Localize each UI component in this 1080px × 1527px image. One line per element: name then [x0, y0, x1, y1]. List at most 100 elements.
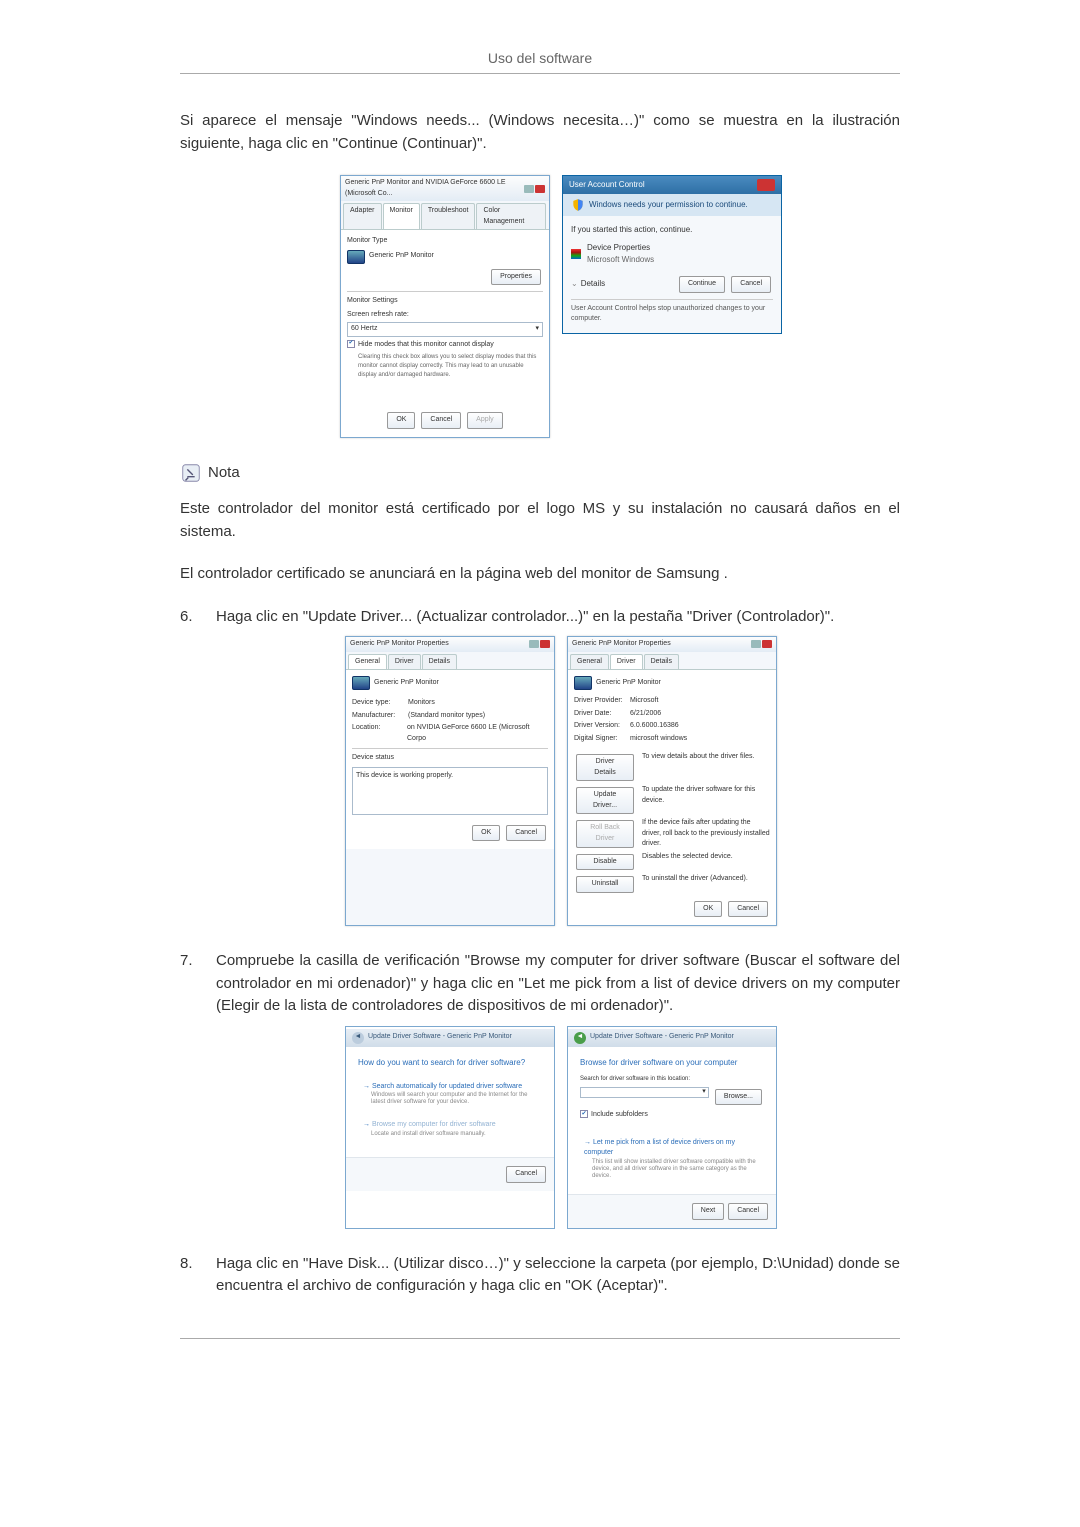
monitor-icon — [352, 676, 370, 690]
tab-details[interactable]: Details — [644, 654, 679, 670]
hide-modes-checkbox[interactable]: ✔Hide modes that this monitor cannot dis… — [347, 340, 543, 351]
window-controls[interactable] — [751, 640, 772, 648]
note-heading: Nota — [180, 462, 900, 485]
screenshot-row-wizards: ◄ Update Driver Software - Generic PnP M… — [222, 1026, 900, 1229]
tab-troubleshoot[interactable]: Troubleshoot — [421, 203, 476, 229]
version-label: Driver Version: — [574, 721, 630, 732]
date-value: 6/21/2006 — [630, 709, 661, 720]
tab-color-management[interactable]: Color Management — [476, 203, 546, 229]
device-type-value: Monitors — [408, 698, 435, 709]
driver-details-button[interactable]: Driver Details — [576, 754, 634, 781]
include-subfolders-checkbox[interactable]: ✔Include subfolders — [580, 1110, 764, 1121]
tab-adapter[interactable]: Adapter — [343, 203, 382, 229]
uac-details-link[interactable]: Details — [581, 278, 605, 290]
chevron-down-icon: ▾ — [535, 324, 539, 335]
disable-button[interactable]: Disable — [576, 854, 634, 871]
note-paragraph-1: Este controlador del monitor está certif… — [180, 498, 900, 543]
properties-button[interactable]: Properties — [491, 269, 541, 286]
include-subfolders-label: Include subfolders — [591, 1110, 648, 1121]
dialog-tabs: Adapter Monitor Troubleshoot Color Manag… — [341, 201, 549, 229]
next-button[interactable]: Next — [692, 1203, 724, 1220]
back-icon[interactable]: ◄ — [352, 1032, 364, 1044]
uninstall-button[interactable]: Uninstall — [576, 876, 634, 893]
dialog-title: Generic PnP Monitor and NVIDIA GeForce 6… — [345, 178, 524, 199]
device-icon — [571, 249, 581, 259]
uninstall-desc: To uninstall the driver (Advanced). — [642, 874, 770, 895]
shield-icon — [571, 198, 585, 212]
refresh-rate-value: 60 Hertz — [351, 324, 377, 335]
hide-modes-label: Hide modes that this monitor cannot disp… — [358, 340, 494, 351]
page-header: Uso del software — [180, 48, 900, 69]
chevron-down-icon[interactable]: ▾ — [702, 1087, 706, 1098]
wizard-option-pick-sub: This list will show installed driver sof… — [592, 1159, 760, 1181]
dialog-title: Generic PnP Monitor Properties — [572, 639, 671, 650]
continue-button[interactable]: Continue — [679, 276, 725, 293]
cancel-button[interactable]: Cancel — [421, 412, 461, 429]
ok-button[interactable]: OK — [472, 825, 500, 842]
refresh-rate-dropdown[interactable]: 60 Hertz ▾ — [347, 322, 543, 337]
tab-monitor[interactable]: Monitor — [383, 203, 420, 229]
uac-ms-windows: Microsoft Windows — [587, 254, 654, 266]
tab-general[interactable]: General — [570, 654, 609, 670]
uac-banner: Windows needs your permission to continu… — [563, 194, 781, 216]
date-label: Driver Date: — [574, 709, 630, 720]
update-driver-button[interactable]: Update Driver... — [576, 787, 634, 814]
cancel-button[interactable]: Cancel — [731, 276, 771, 293]
dialog-title: Generic PnP Monitor Properties — [350, 639, 449, 650]
provider-value: Microsoft — [630, 696, 658, 707]
uac-title: User Account Control — [569, 179, 645, 191]
tab-details[interactable]: Details — [422, 654, 457, 670]
step-6: 6. Haga clic en "Update Driver... (Actua… — [180, 606, 900, 629]
ok-button[interactable]: OK — [694, 901, 722, 918]
note-icon — [180, 462, 202, 484]
cancel-button[interactable]: Cancel — [728, 901, 768, 918]
tab-driver[interactable]: Driver — [610, 654, 643, 670]
provider-label: Driver Provider: — [574, 696, 630, 707]
signer-value: microsoft windows — [630, 734, 687, 745]
header-rule — [180, 73, 900, 74]
tab-driver[interactable]: Driver — [388, 654, 421, 670]
wizard-option-auto-sub: Windows will search your computer and th… — [371, 1092, 537, 1106]
hide-modes-description: Clearing this check box allows you to se… — [358, 353, 543, 380]
monitor-icon — [574, 676, 592, 690]
device-type-label: Device type: — [352, 698, 408, 709]
back-icon[interactable]: ◄ — [574, 1032, 586, 1044]
screenshot-row-driver-props: Generic PnP Monitor Properties General D… — [222, 636, 900, 926]
wizard-breadcrumb: ◄ Update Driver Software - Generic PnP M… — [346, 1029, 554, 1047]
wizard-option-auto-label: Search automatically for updated driver … — [372, 1083, 522, 1090]
uac-banner-text: Windows needs your permission to continu… — [589, 199, 748, 211]
wizard-breadcrumb: ◄ Update Driver Software - Generic PnP M… — [568, 1029, 776, 1047]
cancel-button[interactable]: Cancel — [728, 1203, 768, 1220]
chevron-down-icon[interactable]: ⌄ — [571, 278, 578, 290]
browse-button[interactable]: Browse... — [715, 1089, 762, 1106]
step-text: Compruebe la casilla de verificación "Br… — [216, 950, 900, 1018]
manufacturer-label: Manufacturer: — [352, 711, 408, 722]
device-name: Generic PnP Monitor — [596, 678, 661, 689]
driver-general-dialog: Generic PnP Monitor Properties General D… — [345, 636, 555, 926]
wizard-option-auto[interactable]: → Search automatically for updated drive… — [358, 1077, 542, 1112]
screenshot-row-monitor-uac: Generic PnP Monitor and NVIDIA GeForce 6… — [222, 175, 900, 438]
cancel-button[interactable]: Cancel — [506, 1166, 546, 1183]
location-label: Location: — [352, 723, 407, 744]
uac-started-text: If you started this action, continue. — [571, 224, 773, 236]
device-status-value: This device is working properly. — [356, 772, 453, 779]
uac-footer-text: User Account Control helps stop unauthor… — [571, 304, 773, 325]
step-number: 6. — [180, 606, 198, 629]
monitor-type-value: Generic PnP Monitor — [369, 251, 434, 262]
rollback-driver-button[interactable]: Roll Back Driver — [576, 820, 634, 848]
intro-paragraph: Si aparece el mensaje "Windows needs... … — [180, 110, 900, 155]
manufacturer-value: (Standard monitor types) — [408, 711, 485, 722]
close-icon[interactable] — [757, 179, 775, 191]
ok-button[interactable]: OK — [387, 412, 415, 429]
tab-general[interactable]: General — [348, 654, 387, 670]
footer-rule — [180, 1338, 900, 1339]
wizard-option-browse[interactable]: → Browse my computer for driver software… — [358, 1115, 542, 1143]
wizard-heading: Browse for driver software on your compu… — [580, 1057, 764, 1069]
monitor-properties-dialog: Generic PnP Monitor and NVIDIA GeForce 6… — [340, 175, 550, 438]
apply-button[interactable]: Apply — [467, 412, 503, 429]
wizard-option-pick[interactable]: → Let me pick from a list of device driv… — [580, 1134, 764, 1185]
cancel-button[interactable]: Cancel — [506, 825, 546, 842]
window-controls[interactable] — [524, 185, 545, 193]
wizard-option-pick-label: Let me pick from a list of device driver… — [584, 1139, 735, 1157]
window-controls[interactable] — [529, 640, 550, 648]
